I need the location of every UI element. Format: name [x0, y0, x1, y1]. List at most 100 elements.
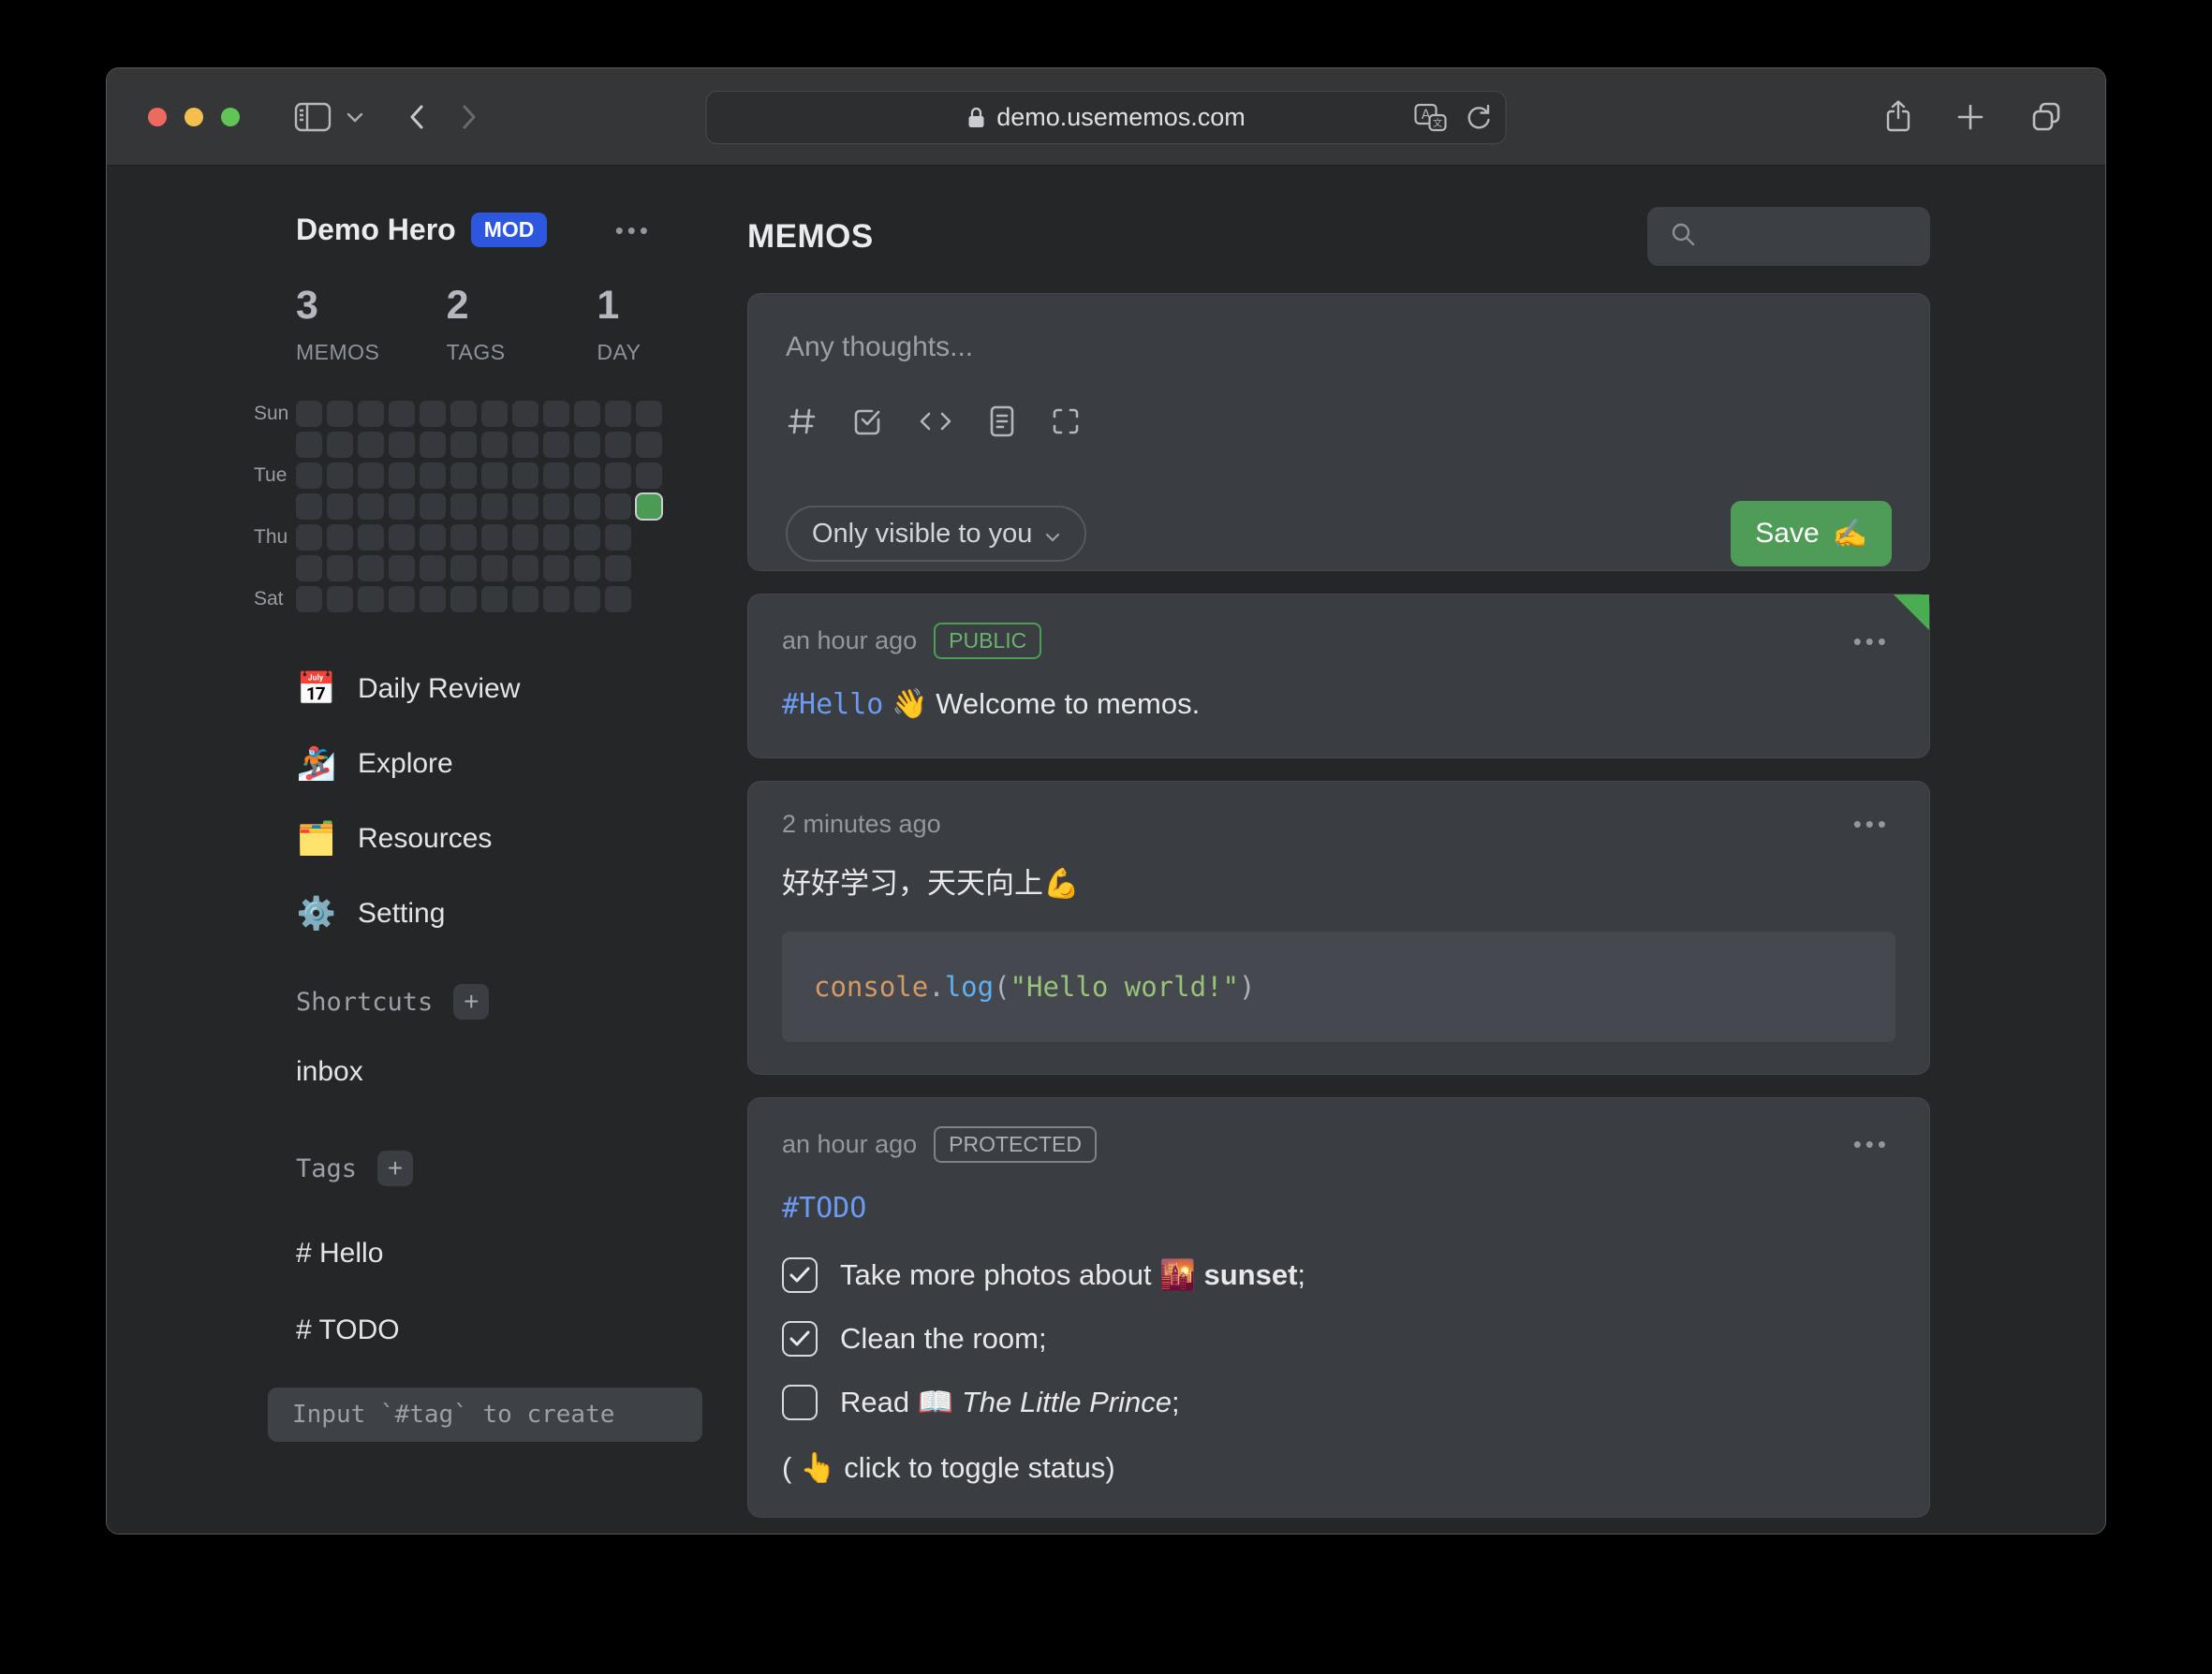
heatmap-cell[interactable]	[512, 401, 538, 427]
heatmap-cell[interactable]	[327, 555, 353, 581]
reload-button[interactable]	[1465, 103, 1493, 133]
heatmap-cell[interactable]	[389, 493, 415, 520]
memo-menu-button[interactable]: •••	[1848, 811, 1895, 837]
heatmap-cell[interactable]	[296, 432, 322, 458]
heatmap-cell[interactable]	[543, 401, 569, 427]
heatmap-cell[interactable]	[481, 432, 508, 458]
heatmap-cell[interactable]	[605, 586, 631, 612]
heatmap-cell[interactable]	[420, 555, 446, 581]
tag-create-input[interactable]	[268, 1388, 702, 1442]
template-tool-button[interactable]	[988, 404, 1016, 441]
add-shortcut-button[interactable]: +	[453, 984, 489, 1020]
heatmap-cell[interactable]	[574, 463, 600, 489]
new-tab-button[interactable]	[1955, 102, 1985, 132]
heatmap-cell[interactable]	[327, 432, 353, 458]
shortcut-item-inbox[interactable]: inbox	[296, 1056, 747, 1088]
heatmap-cell[interactable]	[420, 432, 446, 458]
memo-menu-button[interactable]: •••	[1848, 628, 1895, 654]
sidebar-item-daily-review[interactable]: 📅 Daily Review	[296, 652, 747, 727]
sidebar-item-setting[interactable]: ⚙️ Setting	[296, 876, 747, 951]
code-tool-button[interactable]	[917, 405, 954, 440]
tag-item-hello[interactable]: # Hello	[296, 1238, 747, 1270]
memo-editor[interactable]: Any thoughts...	[747, 293, 1930, 571]
heatmap-cell[interactable]	[605, 463, 631, 489]
heatmap-cell[interactable]	[358, 524, 384, 551]
forward-button[interactable]	[459, 102, 479, 132]
heatmap-cell[interactable]	[296, 524, 322, 551]
heatmap-cell[interactable]	[389, 524, 415, 551]
visibility-select[interactable]: Only visible to you	[786, 506, 1086, 562]
sidebar-toggle-button[interactable]	[294, 102, 332, 132]
checkbox-checked[interactable]	[782, 1257, 818, 1293]
heatmap-cell[interactable]	[450, 493, 477, 520]
heatmap-cell[interactable]	[574, 493, 600, 520]
tag-item-todo[interactable]: # TODO	[296, 1314, 747, 1346]
heatmap-cell[interactable]	[358, 586, 384, 612]
heatmap-cell[interactable]	[512, 524, 538, 551]
heatmap-cell[interactable]	[358, 432, 384, 458]
heatmap-cell[interactable]	[389, 586, 415, 612]
heatmap-cell[interactable]	[636, 432, 662, 458]
heatmap-cell[interactable]	[543, 493, 569, 520]
checklist-tool-button[interactable]	[851, 405, 883, 440]
heatmap-cell[interactable]	[450, 401, 477, 427]
heatmap-cell[interactable]	[512, 463, 538, 489]
tag-tool-button[interactable]	[786, 405, 818, 440]
heatmap-cell[interactable]	[481, 586, 508, 612]
heatmap-cell[interactable]	[450, 463, 477, 489]
heatmap-cell[interactable]	[605, 524, 631, 551]
checkbox-checked[interactable]	[782, 1321, 818, 1357]
close-window-button[interactable]	[148, 108, 167, 126]
heatmap-cell[interactable]	[574, 555, 600, 581]
heatmap-cell[interactable]	[481, 401, 508, 427]
heatmap-cell[interactable]	[481, 493, 508, 520]
tabs-overview-button[interactable]	[2028, 99, 2064, 135]
zoom-window-button[interactable]	[221, 108, 240, 126]
minimize-window-button[interactable]	[184, 108, 203, 126]
heatmap-cell[interactable]	[605, 493, 631, 520]
add-tag-button[interactable]: +	[377, 1151, 413, 1186]
heatmap-cell[interactable]	[358, 401, 384, 427]
tab-group-chevron-button[interactable]	[347, 111, 363, 123]
heatmap-cell[interactable]	[327, 524, 353, 551]
heatmap-cell[interactable]	[327, 401, 353, 427]
heatmap-cell[interactable]	[543, 524, 569, 551]
heatmap-cell[interactable]	[358, 463, 384, 489]
heatmap-cell[interactable]	[481, 463, 508, 489]
heatmap-cell[interactable]	[450, 524, 477, 551]
heatmap-cell[interactable]	[296, 463, 322, 489]
heatmap-cell[interactable]	[636, 463, 662, 489]
heatmap-cell[interactable]	[605, 432, 631, 458]
heatmap-cell[interactable]	[420, 401, 446, 427]
heatmap-cell[interactable]	[389, 463, 415, 489]
user-name[interactable]: Demo Hero	[296, 213, 456, 247]
heatmap-cell[interactable]	[574, 524, 600, 551]
heatmap-cell[interactable]	[605, 555, 631, 581]
heatmap-cell[interactable]	[543, 555, 569, 581]
heatmap-cell[interactable]	[327, 463, 353, 489]
heatmap-cell[interactable]	[450, 586, 477, 612]
heatmap-cell[interactable]	[481, 524, 508, 551]
heatmap-cell[interactable]	[543, 586, 569, 612]
heatmap-cell[interactable]	[296, 555, 322, 581]
memo-menu-button[interactable]: •••	[1848, 1131, 1895, 1157]
heatmap-cell[interactable]	[605, 401, 631, 427]
heatmap-cell[interactable]	[389, 432, 415, 458]
heatmap-cell[interactable]	[296, 493, 322, 520]
heatmap-cell[interactable]	[543, 432, 569, 458]
heatmap-cell[interactable]	[512, 586, 538, 612]
translate-button[interactable]: A 文	[1414, 103, 1448, 133]
heatmap-cell[interactable]	[450, 432, 477, 458]
heatmap-cell[interactable]	[358, 493, 384, 520]
sidebar-item-explore[interactable]: 🏂 Explore	[296, 727, 747, 801]
heatmap-cell[interactable]	[420, 524, 446, 551]
share-button[interactable]	[1884, 99, 1912, 135]
sidebar-item-resources[interactable]: 🗂️ Resources	[296, 801, 747, 876]
heatmap-cell-active[interactable]	[636, 493, 662, 520]
heatmap-cell[interactable]	[636, 401, 662, 427]
heatmap-cell[interactable]	[420, 493, 446, 520]
heatmap-cell[interactable]	[389, 555, 415, 581]
heatmap-cell[interactable]	[420, 463, 446, 489]
heatmap-cell[interactable]	[512, 555, 538, 581]
heatmap-cell[interactable]	[327, 586, 353, 612]
